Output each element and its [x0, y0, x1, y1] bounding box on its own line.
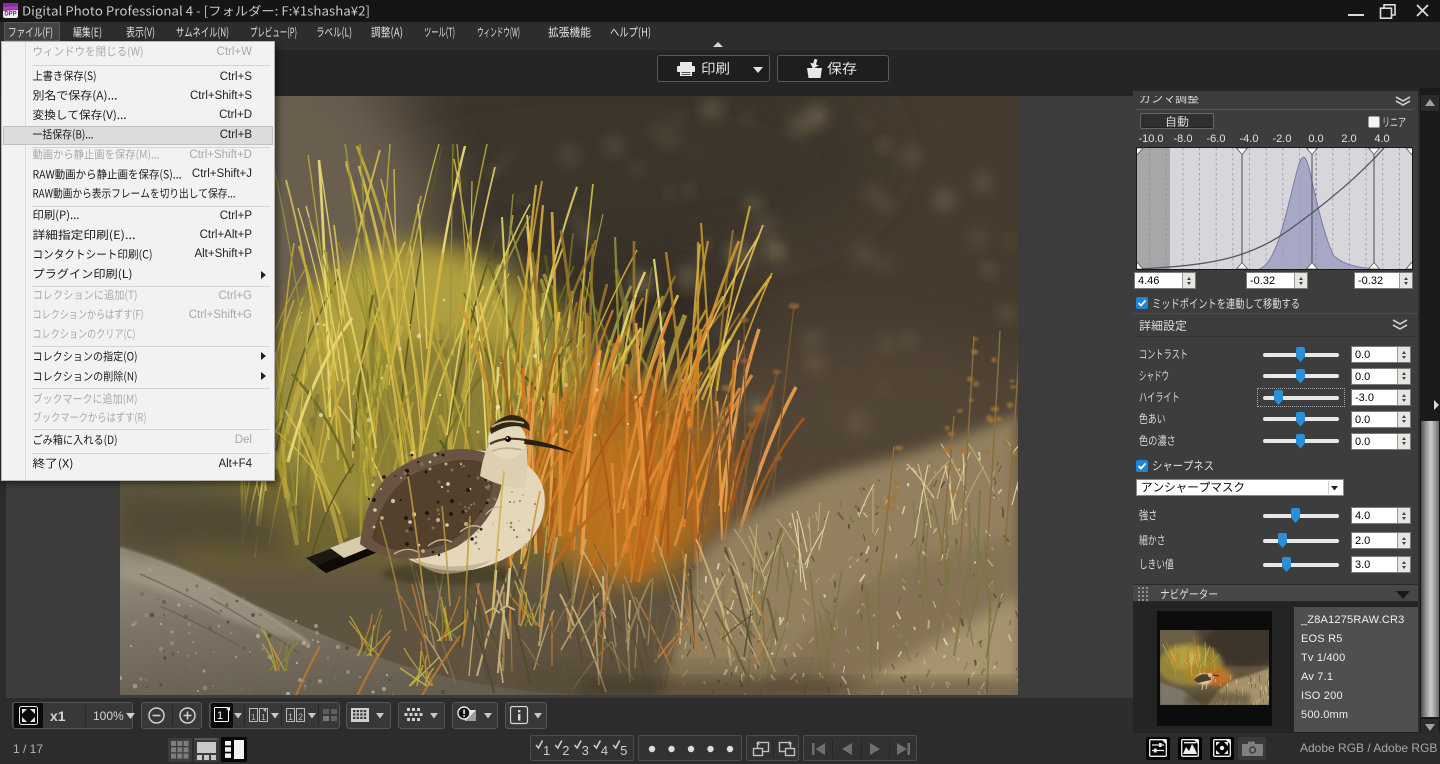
svg-text:1: 1 [288, 712, 293, 722]
svg-text:4: 4 [601, 743, 608, 758]
svg-text:2: 2 [298, 712, 303, 722]
svg-text:1: 1 [217, 710, 223, 722]
svg-text:3: 3 [582, 743, 589, 758]
svg-text:2: 2 [562, 743, 569, 758]
svg-text:1: 1 [251, 713, 256, 722]
svg-text:5: 5 [620, 743, 627, 758]
svg-text:DPP: DPP [4, 12, 16, 18]
svg-text:1: 1 [261, 713, 266, 722]
svg-text:1: 1 [543, 743, 550, 758]
